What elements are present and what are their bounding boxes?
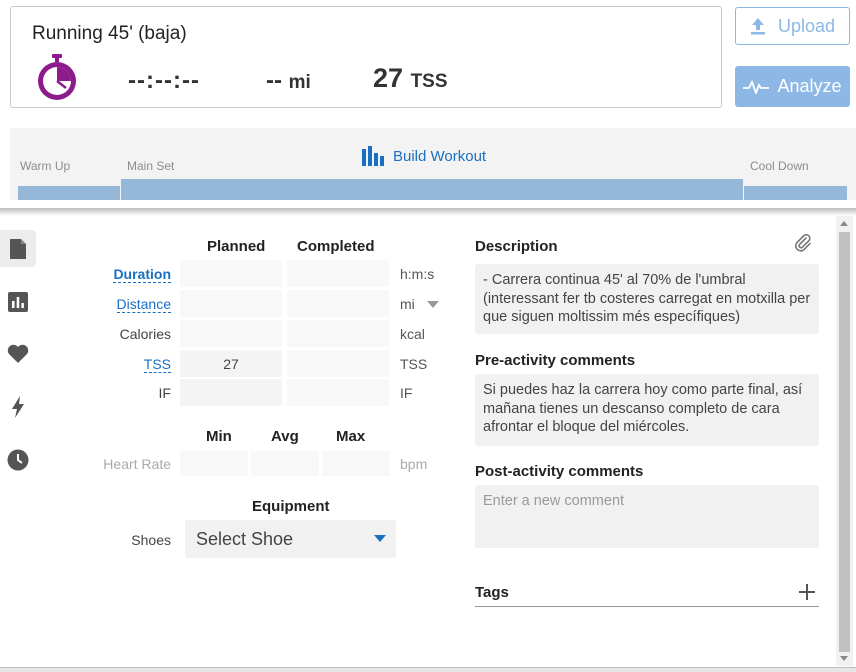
workout-title[interactable]: Running 45' (baja) xyxy=(32,23,187,45)
segment-label-main-set: Main Set xyxy=(127,159,175,173)
hr-avg-header: Avg xyxy=(271,428,299,445)
tss-completed-input[interactable] xyxy=(287,350,389,377)
post-activity-comment-input[interactable]: Enter a new comment xyxy=(475,485,819,548)
stopwatch-icon xyxy=(38,54,76,100)
tss-unit: TSS xyxy=(400,356,428,372)
duration-planned-input[interactable] xyxy=(180,260,282,287)
hr-max-input[interactable] xyxy=(322,451,390,476)
completed-header: Completed xyxy=(297,238,375,255)
shoe-select[interactable]: Select Shoe xyxy=(185,520,396,558)
workout-structure[interactable]: Warm Up Main Set Cool Down Build Workout xyxy=(10,128,856,200)
equipment-title: Equipment xyxy=(252,498,330,515)
if-completed-input[interactable] xyxy=(287,379,389,406)
hr-max-header: Max xyxy=(336,428,366,445)
distance-label[interactable]: Distance xyxy=(116,296,171,313)
window-bottom-edge xyxy=(0,667,856,672)
distance-unit-value: mi xyxy=(400,296,415,312)
side-nav-history[interactable] xyxy=(0,441,36,478)
add-tag-icon[interactable] xyxy=(798,583,816,601)
pulse-icon xyxy=(743,79,770,94)
caret-down-icon xyxy=(426,301,439,308)
scroll-up-icon[interactable] xyxy=(840,221,848,226)
if-unit: IF xyxy=(400,385,413,401)
calories-completed-input[interactable] xyxy=(287,320,389,347)
distance-planned-input[interactable] xyxy=(180,290,282,317)
segment-bar-warm-up[interactable] xyxy=(18,186,120,200)
if-planned-input[interactable] xyxy=(180,379,282,406)
tss-planned-input[interactable]: 27 xyxy=(180,350,282,377)
heart-rate-unit: bpm xyxy=(400,456,428,472)
workout-summary-card: Running 45' (baja) --:--:-- -- mi 27 TSS xyxy=(10,6,722,108)
bar-chart-icon xyxy=(362,146,384,166)
segment-label-cool-down: Cool Down xyxy=(750,159,809,173)
chart-icon xyxy=(8,291,28,312)
planned-header: Planned xyxy=(207,238,266,255)
hr-avg-input[interactable] xyxy=(251,451,319,476)
description-title: Description xyxy=(475,238,558,255)
pre-activity-comment: Si puedes haz la carrera hoy como parte … xyxy=(475,374,819,446)
pre-activity-title: Pre-activity comments xyxy=(475,352,636,369)
clock-icon xyxy=(7,449,29,470)
heart-icon xyxy=(7,344,29,363)
distance-completed-input[interactable] xyxy=(287,290,389,317)
tss-unit: TSS xyxy=(410,71,448,92)
side-nav-power[interactable] xyxy=(0,388,36,425)
description-text[interactable]: - Carrera continua 45' al 70% de l'umbra… xyxy=(475,264,819,334)
duration-unit: h:m:s xyxy=(400,266,435,282)
heart-rate-label: Heart Rate xyxy=(103,456,171,472)
duration-label[interactable]: Duration xyxy=(113,266,171,283)
dropdown-caret-icon xyxy=(374,535,386,542)
shoes-label: Shoes xyxy=(131,532,171,548)
tags-divider xyxy=(475,606,819,607)
section-divider xyxy=(0,208,856,216)
paperclip-icon[interactable] xyxy=(793,233,813,253)
distance-value: -- xyxy=(266,67,282,94)
if-label: IF xyxy=(158,385,171,401)
post-activity-title: Post-activity comments xyxy=(475,463,644,480)
distance-unit: mi xyxy=(288,72,311,93)
calories-unit: kcal xyxy=(400,326,425,342)
tss-value: 27 xyxy=(373,63,404,93)
upload-label: Upload xyxy=(777,15,836,36)
scrollbar[interactable] xyxy=(836,216,853,666)
calories-label: Calories xyxy=(119,326,171,342)
side-nav-charts[interactable] xyxy=(0,283,36,320)
scroll-down-icon[interactable] xyxy=(840,656,848,661)
duration-value: --:--:-- xyxy=(128,67,200,94)
side-nav-health[interactable] xyxy=(0,335,36,372)
tss-stat: 27 TSS xyxy=(373,63,448,94)
shoe-select-value: Select Shoe xyxy=(196,528,294,549)
lightning-icon xyxy=(12,395,24,418)
upload-icon xyxy=(750,18,765,35)
side-nav-summary[interactable] xyxy=(0,230,36,267)
build-workout-button[interactable]: Build Workout xyxy=(362,146,486,166)
tss-label[interactable]: TSS xyxy=(143,356,171,373)
distance-unit-select[interactable]: mi xyxy=(400,296,439,312)
hr-min-header: Min xyxy=(206,428,232,445)
calories-planned-input[interactable] xyxy=(180,320,282,347)
segment-label-warm-up: Warm Up xyxy=(20,159,71,173)
analyze-label: Analyze xyxy=(777,76,842,96)
segment-bar-main-set[interactable] xyxy=(121,179,743,200)
duration-completed-input[interactable] xyxy=(287,260,389,287)
upload-button[interactable]: Upload xyxy=(735,7,850,45)
tags-title: Tags xyxy=(475,584,509,601)
hr-min-input[interactable] xyxy=(180,451,248,476)
document-icon xyxy=(10,238,26,259)
scroll-thumb[interactable] xyxy=(839,232,850,652)
distance-stat: -- mi xyxy=(266,67,311,95)
analyze-button[interactable]: Analyze xyxy=(735,66,850,107)
build-workout-label: Build Workout xyxy=(393,147,487,165)
segment-bar-cool-down[interactable] xyxy=(744,186,847,200)
